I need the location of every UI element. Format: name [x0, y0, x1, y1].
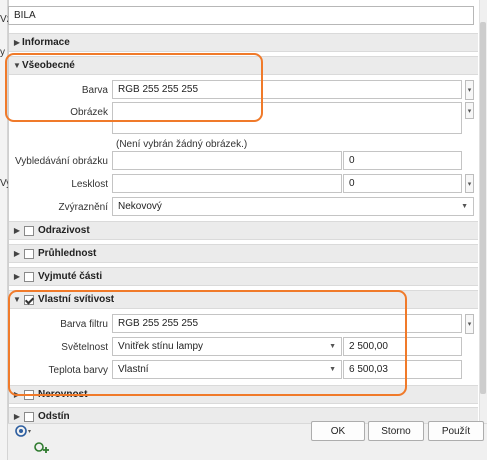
checkbox-icon[interactable] — [24, 411, 34, 422]
storno-button[interactable]: Storno — [368, 421, 424, 441]
collapsed-arrow-icon: ▶ — [13, 272, 21, 281]
strip-text-2: Vz — [0, 14, 8, 25]
chevron-down-icon: ▾ — [467, 107, 472, 115]
category-odrazivost[interactable]: ▶ Odrazivost — [9, 221, 478, 240]
lesklost-value[interactable]: 0 — [343, 174, 462, 193]
checkbox-icon[interactable] — [24, 225, 34, 236]
material-name-field[interactable]: BILA — [8, 6, 474, 25]
pouzit-button[interactable]: Použít — [428, 421, 484, 441]
checkbox-icon[interactable] — [24, 271, 34, 282]
chevron-down-icon: ▾ — [467, 87, 472, 94]
highlight-vseobecne — [5, 53, 263, 122]
chevron-down-icon: ▾ — [467, 321, 472, 328]
collapsed-arrow-icon: ▶ — [13, 249, 21, 258]
collapsed-arrow-icon: ▶ — [13, 412, 21, 421]
vybledavani-slider[interactable] — [112, 151, 342, 170]
checkbox-icon[interactable] — [24, 248, 34, 259]
no-image-note: (Není vybrán žádný obrázek.) — [116, 139, 248, 150]
category-label: Odrazivost — [38, 225, 90, 236]
category-label: Informace — [22, 37, 70, 48]
highlight-vlastni-svitivost — [8, 290, 407, 396]
barva-filtru-picker-button[interactable]: ▾ — [465, 314, 474, 334]
material-tool-icon[interactable] — [14, 423, 34, 439]
obrazek-picker-button[interactable]: ▾ — [465, 102, 474, 119]
ok-button[interactable]: OK — [311, 421, 365, 441]
lesklost-slider[interactable] — [112, 174, 342, 193]
scrollbar-thumb[interactable] — [480, 22, 486, 394]
collapsed-arrow-icon: ▶ — [13, 226, 21, 235]
chevron-down-icon: ▾ — [467, 180, 472, 188]
add-material-icon[interactable] — [33, 440, 53, 456]
strip-text-3: Vy — [0, 178, 8, 189]
category-vyjmute[interactable]: ▶ Vyjmuté části — [9, 267, 478, 286]
chevron-down-icon: ▼ — [461, 203, 468, 210]
zvyrazneni-value: Nekovový — [118, 201, 162, 212]
lesklost-map-button[interactable]: ▾ — [465, 174, 474, 193]
zvyrazneni-dropdown[interactable]: Nekovový ▼ — [112, 197, 474, 216]
category-label: Průhlednost — [38, 248, 97, 259]
zvyrazneni-label: Zvýraznění — [58, 202, 108, 213]
lesklost-label: Lesklost — [71, 179, 108, 190]
collapsed-arrow-icon: ▶ — [13, 38, 21, 47]
category-label: Vyjmuté části — [38, 271, 103, 282]
category-label: Odstín — [38, 411, 70, 422]
barva-picker-button[interactable]: ▾ — [465, 80, 474, 100]
category-informace[interactable]: ▶ Informace — [9, 33, 478, 52]
vybledavani-value[interactable]: 0 — [343, 151, 462, 170]
vybledavani-label: Vybledávání obrázku — [14, 156, 108, 167]
category-pruhlednost[interactable]: ▶ Průhlednost — [9, 244, 478, 263]
